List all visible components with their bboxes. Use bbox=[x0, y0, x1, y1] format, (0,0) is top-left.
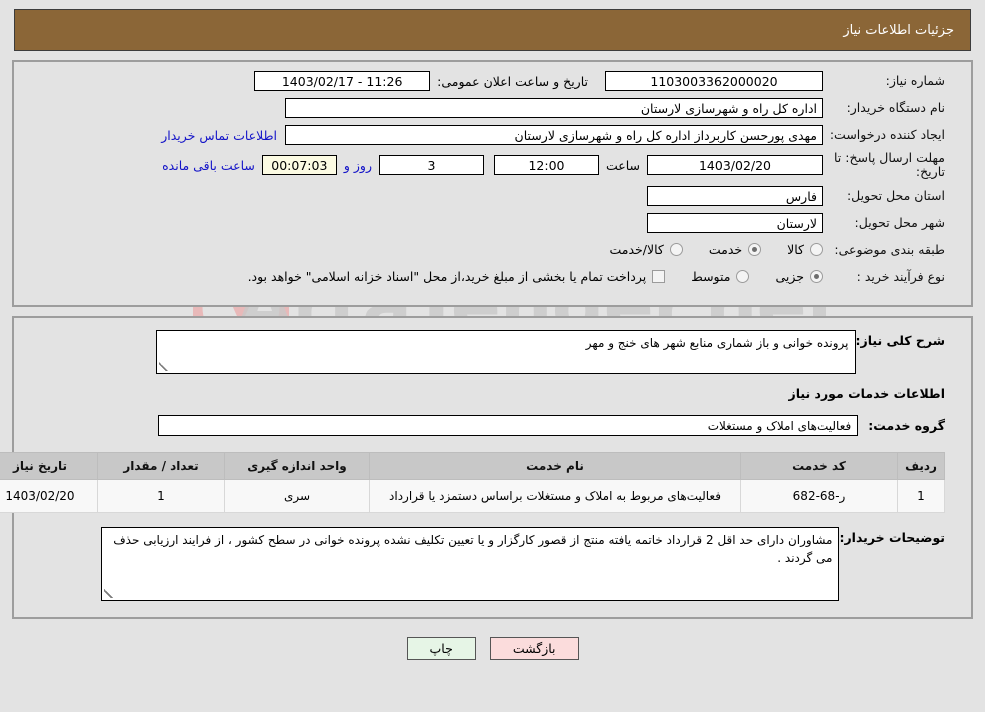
treasury-bond-checkbox-item[interactable]: پرداخت تمام یا بخشی از مبلغ خرید،از محل … bbox=[248, 269, 666, 284]
page-title-bar: جزئیات اطلاعات نیاز bbox=[14, 9, 971, 51]
radio-icon[interactable] bbox=[736, 270, 750, 284]
cell-unit: سری bbox=[224, 478, 370, 513]
row-city: شهر محل تحویل: لارستان bbox=[40, 212, 945, 234]
row-service-group: گروه خدمت: فعالیت‌های املاک و مستغلات bbox=[40, 414, 945, 436]
return-button[interactable]: بازگشت bbox=[489, 636, 579, 660]
buyer-org-label: نام دستگاه خریدار: bbox=[846, 100, 945, 116]
purchase-process-radio-group: جزیی متوسط پرداخت تمام یا بخشی از مبلغ خ… bbox=[222, 269, 823, 284]
category-option-kala-khedmat[interactable]: کالا/خدمت bbox=[609, 242, 683, 258]
cell-date: 1403/02/20 bbox=[0, 478, 98, 513]
row-need-number: شماره نیاز: 1103003362000020 تاریخ و ساع… bbox=[40, 70, 945, 92]
deadline-hour-label: ساعت bbox=[605, 157, 640, 173]
requester-label: ایجاد کننده درخواست: bbox=[829, 127, 945, 143]
purchase-option-label: جزیی bbox=[775, 269, 804, 285]
need-summary-panel: شماره نیاز: 1103003362000020 تاریخ و ساع… bbox=[12, 60, 973, 307]
need-number-value: 1103003362000020 bbox=[605, 71, 823, 91]
radio-icon[interactable] bbox=[748, 243, 762, 257]
need-number-label: شماره نیاز: bbox=[885, 73, 945, 89]
footer-actions: بازگشت چاپ bbox=[0, 636, 985, 660]
deadline-label: مهلت ارسال پاسخ: تا تاریخ: bbox=[834, 150, 945, 180]
row-purchase-process: نوع فرآیند خرید : جزیی متوسط پرداخت تمام… bbox=[40, 266, 945, 288]
th-code: کد خدمت bbox=[740, 451, 898, 480]
th-name: نام خدمت bbox=[369, 451, 741, 480]
requester-value: مهدی پورحسن کاربرداز اداره کل راه و شهرس… bbox=[285, 125, 823, 145]
row-buyer-org: نام دستگاه خریدار: اداره کل راه و شهرساز… bbox=[40, 97, 945, 119]
th-row: ردیف bbox=[897, 451, 945, 480]
purchase-process-label: نوع فرآیند خرید : bbox=[856, 268, 945, 284]
countdown-timer-value: 00:07:03 bbox=[261, 155, 337, 176]
buyer-notes-label: توضیحات خریدار: bbox=[839, 529, 945, 545]
radio-icon[interactable] bbox=[810, 243, 823, 257]
remaining-hours-label: ساعت باقی مانده bbox=[162, 157, 255, 173]
page-title: جزئیات اطلاعات نیاز bbox=[843, 22, 954, 38]
purchase-option-jozi[interactable]: جزیی bbox=[775, 269, 823, 284]
remaining-days-label: روز و bbox=[343, 157, 372, 173]
row-province: استان محل تحویل: فارس bbox=[40, 185, 945, 207]
category-label: طبقه بندی موضوعی: bbox=[834, 241, 945, 257]
province-value: فارس bbox=[647, 185, 823, 206]
cell-row: 1 bbox=[897, 478, 945, 513]
city-value: لارستان bbox=[647, 212, 823, 233]
purchase-option-label: متوسط bbox=[691, 269, 731, 285]
table-header-row: ردیف کد خدمت نام خدمت واحد اندازه گیری ت… bbox=[0, 451, 945, 480]
cell-name: فعالیت‌های مربوط به املاک و مستغلات براس… bbox=[369, 478, 741, 513]
cell-code: ر-68-682 bbox=[740, 478, 898, 513]
city-label: شهر محل تحویل: bbox=[854, 214, 945, 230]
th-date: تاریخ نیاز bbox=[0, 451, 98, 480]
radio-icon[interactable] bbox=[810, 270, 823, 284]
buyer-org-value: اداره کل راه و شهرسازی لارستان bbox=[285, 98, 823, 118]
th-unit: واحد اندازه گیری bbox=[224, 451, 370, 480]
treasury-bond-note: پرداخت تمام یا بخشی از مبلغ خرید،از محل … bbox=[247, 269, 647, 285]
category-option-label: خدمت bbox=[708, 242, 743, 258]
general-need-label: شرح کلی نیاز: bbox=[855, 332, 945, 348]
deadline-date-value: 1403/02/20 bbox=[647, 155, 823, 176]
service-group-label: گروه خدمت: bbox=[868, 417, 945, 433]
row-general-need: شرح کلی نیاز: پرونده خوانی و باز شماری م… bbox=[40, 329, 945, 374]
services-section-title: اطلاعات خدمات مورد نیاز bbox=[788, 385, 946, 401]
public-announce-label: تاریخ و ساعت اعلان عمومی: bbox=[437, 73, 588, 89]
row-buyer-notes: توضیحات خریدار: مشاوران دارای حد اقل 2 ق… bbox=[40, 526, 945, 601]
need-detail-panel: شرح کلی نیاز: پرونده خوانی و باز شماری م… bbox=[0, 315, 973, 619]
buyer-notes-textarea[interactable]: مشاوران دارای حد اقل 2 قرارداد خاتمه یاف… bbox=[101, 526, 840, 601]
category-option-khedmat[interactable]: خدمت bbox=[708, 242, 762, 258]
deadline-hour-value: 12:00 bbox=[493, 155, 599, 176]
buyer-contact-link[interactable]: اطلاعات تماس خریدار bbox=[153, 128, 285, 143]
category-option-label: کالا bbox=[787, 242, 804, 258]
purchase-option-motavasset[interactable]: متوسط bbox=[691, 269, 750, 285]
category-radio-group: کالا خدمت کالا/خدمت bbox=[583, 242, 823, 257]
table-row: 1 ر-68-682 فعالیت‌های مربوط به املاک و م… bbox=[0, 478, 945, 513]
row-category: طبقه بندی موضوعی: کالا خدمت کالا/خدمت bbox=[40, 239, 945, 261]
service-group-value: فعالیت‌های املاک و مستغلات bbox=[158, 414, 859, 436]
checkbox-icon[interactable] bbox=[652, 270, 666, 284]
row-requester: ایجاد کننده درخواست: مهدی پورحسن کاربردا… bbox=[40, 124, 945, 146]
public-announce-value: 11:26 - 1403/02/17 bbox=[254, 71, 431, 91]
row-deadline: مهلت ارسال پاسخ: تا تاریخ: 1403/02/20 سا… bbox=[40, 150, 945, 180]
radio-icon[interactable] bbox=[669, 243, 683, 257]
print-button[interactable]: چاپ bbox=[406, 636, 476, 660]
category-option-kala[interactable]: کالا bbox=[787, 242, 823, 257]
cell-quantity: 1 bbox=[97, 478, 225, 513]
general-need-textarea[interactable]: پرونده خوانی و باز شماری منابع شهر های خ… bbox=[155, 329, 856, 374]
services-table: ردیف کد خدمت نام خدمت واحد اندازه گیری ت… bbox=[0, 451, 945, 513]
th-quantity: تعداد / مقدار bbox=[97, 451, 225, 480]
province-label: استان محل تحویل: bbox=[846, 187, 945, 203]
remaining-days-value: 3 bbox=[378, 155, 484, 176]
category-option-label: کالا/خدمت bbox=[609, 242, 664, 258]
